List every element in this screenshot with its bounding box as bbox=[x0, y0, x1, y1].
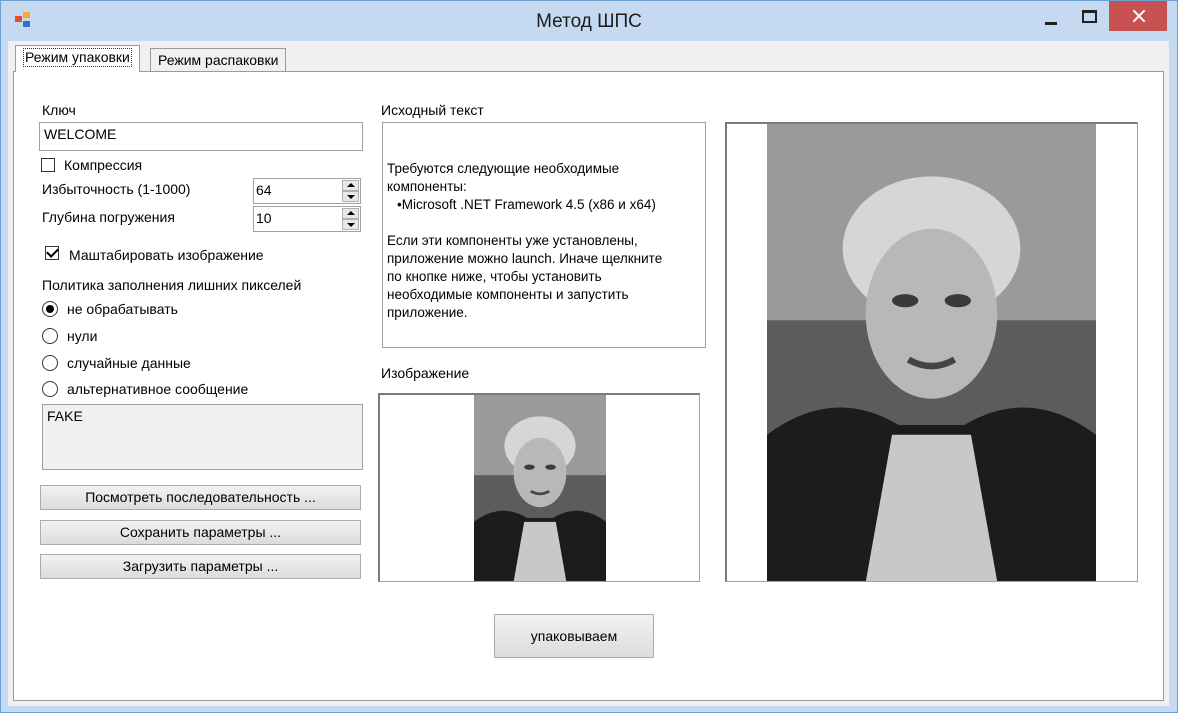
radio-no-processing[interactable] bbox=[42, 301, 58, 317]
result-image-box[interactable] bbox=[725, 122, 1138, 582]
portrait-image bbox=[767, 124, 1096, 581]
portrait-thumbnail bbox=[474, 395, 606, 581]
save-params-button[interactable]: Сохранить параметры ... bbox=[40, 520, 361, 545]
tab-unpack-mode[interactable]: Режим распаковки bbox=[150, 48, 287, 72]
fill-policy-label: Политика заполнения лишних пикселей bbox=[42, 277, 302, 293]
depth-label: Глубина погружения bbox=[42, 209, 175, 225]
compression-checkbox[interactable] bbox=[41, 158, 55, 172]
spin-up-icon[interactable] bbox=[342, 180, 359, 191]
radio-alt-message-label: альтернативное сообщение bbox=[67, 381, 249, 397]
radio-alt-message[interactable] bbox=[42, 381, 58, 397]
depth-value: 10 bbox=[256, 210, 272, 226]
spin-up-icon[interactable] bbox=[342, 208, 359, 219]
radio-zeros-label: нули bbox=[67, 328, 98, 344]
source-text-label: Исходный текст bbox=[381, 102, 484, 118]
close-button[interactable] bbox=[1109, 1, 1167, 31]
radio-no-processing-label: не обрабатывать bbox=[67, 301, 178, 317]
maximize-button[interactable] bbox=[1071, 1, 1109, 31]
title-bar[interactable]: Метод ШПС bbox=[1, 1, 1177, 41]
source-text-box[interactable]: Требуются следующие необходимые компонен… bbox=[382, 122, 706, 348]
tab-panel: Ключ WELCOME Компрессия Избыточность (1-… bbox=[13, 71, 1164, 701]
radio-random-data[interactable] bbox=[42, 355, 58, 371]
window-title: Метод ШПС bbox=[536, 11, 642, 32]
scale-image-checkbox[interactable] bbox=[45, 245, 59, 260]
client-area: Режим упаковки Режим распаковки Ключ WEL… bbox=[8, 41, 1169, 706]
radio-random-data-label: случайные данные bbox=[67, 355, 191, 371]
key-label: Ключ bbox=[42, 102, 76, 118]
redundancy-value: 64 bbox=[256, 182, 272, 198]
scale-image-label: Маштабировать изображение bbox=[69, 247, 264, 263]
load-params-button[interactable]: Загрузить параметры ... bbox=[40, 554, 361, 579]
spin-down-icon[interactable] bbox=[342, 219, 359, 230]
redundancy-spinner[interactable]: 64 bbox=[253, 178, 361, 204]
app-window: Метод ШПС Режим упаковки Режим распаковк… bbox=[0, 0, 1178, 713]
compression-label: Компрессия bbox=[64, 157, 143, 173]
redundancy-label: Избыточность (1-1000) bbox=[42, 181, 191, 197]
pack-button[interactable]: упаковываем bbox=[494, 614, 654, 658]
minimize-button[interactable] bbox=[1031, 1, 1071, 31]
source-image-box[interactable] bbox=[378, 393, 700, 582]
view-sequence-button[interactable]: Посмотреть последовательность ... bbox=[40, 485, 361, 510]
tab-pack-mode[interactable]: Режим упаковки bbox=[15, 45, 140, 72]
radio-zeros[interactable] bbox=[42, 328, 58, 344]
spin-down-icon[interactable] bbox=[342, 191, 359, 202]
checkmark-icon bbox=[46, 245, 59, 258]
depth-spinner[interactable]: 10 bbox=[253, 206, 361, 232]
alt-message-textarea[interactable]: FAKE bbox=[42, 404, 363, 470]
key-input[interactable]: WELCOME bbox=[39, 122, 363, 151]
portrait-large bbox=[767, 124, 1096, 581]
image-label: Изображение bbox=[381, 365, 470, 381]
portrait-image bbox=[474, 395, 606, 581]
